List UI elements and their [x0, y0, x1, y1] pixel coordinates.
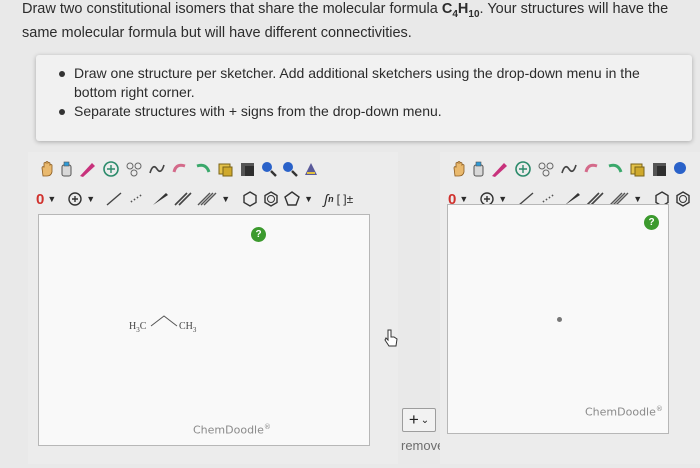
wedge-bond-icon[interactable] — [150, 189, 170, 209]
sketcher-1-toolbar-bottom: 0 ▼ ▼ ▼ ▼ ʃn [ ]± — [36, 188, 353, 210]
copy-icon[interactable] — [216, 159, 236, 179]
hand-icon[interactable] — [38, 159, 56, 179]
hand-icon[interactable] — [450, 159, 468, 179]
pen-icon[interactable] — [490, 159, 510, 179]
chain-icon[interactable] — [147, 159, 167, 179]
bond-lines — [150, 315, 178, 327]
cursor-dot — [557, 317, 562, 322]
double-bond-icon[interactable] — [173, 189, 193, 209]
triple-bond-icon[interactable] — [196, 189, 218, 209]
instruction-item: Draw one structure per sketcher. Add add… — [54, 64, 674, 102]
benzene-icon[interactable] — [262, 189, 280, 209]
ring-template-icon[interactable] — [101, 159, 121, 179]
sketcher-2-canvas[interactable]: ? ChemDoodle® — [447, 204, 669, 434]
chain-icon[interactable] — [559, 159, 579, 179]
hexagon-icon[interactable] — [241, 189, 259, 209]
chevron-down-icon[interactable]: ▼ — [221, 189, 230, 209]
sketcher-2-toolbar-top — [450, 158, 688, 180]
instructions-box: Draw one structure per sketcher. Add add… — [36, 55, 692, 141]
sketcher-1: 0 ▼ ▼ ▼ ▼ ʃn [ ]± ? H3C CH3 ChemDoodle® — [28, 152, 398, 464]
zoom-in-icon[interactable] — [260, 159, 278, 179]
atom-template-icon[interactable] — [536, 159, 556, 179]
zoom-in-icon[interactable] — [672, 159, 688, 179]
paste-icon[interactable] — [239, 159, 257, 179]
pentagon-icon[interactable] — [283, 189, 301, 209]
paste-icon[interactable] — [651, 159, 669, 179]
bracket-icon[interactable]: [ ]± — [337, 189, 354, 209]
sketcher-1-toolbar-top — [38, 158, 320, 180]
single-bond-icon[interactable] — [104, 189, 124, 209]
chemdoodle-watermark: ChemDoodle® — [193, 423, 271, 437]
molecule-structure[interactable]: H3C CH3 — [129, 313, 219, 337]
sketcher-1-canvas[interactable]: ? H3C CH3 ChemDoodle® — [38, 214, 370, 446]
chevron-down-icon[interactable]: ▼ — [86, 189, 95, 209]
help-icon[interactable]: ? — [644, 215, 659, 230]
atom-label-left: H3C — [129, 321, 147, 334]
question-text: Draw two constitutional isomers that sha… — [22, 1, 669, 41]
clean-icon[interactable] — [302, 159, 320, 179]
sgroup-icon[interactable]: ʃn — [324, 189, 334, 209]
copy-icon[interactable] — [628, 159, 648, 179]
zoom-out-icon[interactable] — [281, 159, 299, 179]
atom-label-right: CH3 — [179, 321, 197, 334]
undo-icon[interactable] — [582, 159, 602, 179]
add-sketcher-dropdown[interactable]: + ⌄ — [402, 408, 436, 432]
remove-link[interactable]: remove — [401, 438, 444, 453]
redo-icon[interactable] — [605, 159, 625, 179]
sketcher-2: 0 ▼ ▼ ▼ ? ChemDoodle® — [440, 152, 700, 464]
chevron-down-icon[interactable]: ▼ — [47, 189, 56, 209]
instruction-item: Separate structures with + signs from th… — [54, 102, 674, 121]
chevron-down-icon: ⌄ — [420, 414, 430, 426]
eraser-icon[interactable] — [471, 159, 487, 179]
redo-icon[interactable] — [193, 159, 213, 179]
mouse-cursor-icon — [384, 329, 398, 347]
ring-template-icon[interactable] — [513, 159, 533, 179]
eraser-icon[interactable] — [59, 159, 75, 179]
chemdoodle-watermark: ChemDoodle® — [585, 405, 663, 419]
help-icon[interactable]: ? — [251, 227, 266, 242]
undo-icon[interactable] — [170, 159, 190, 179]
hash-bond-icon[interactable] — [127, 189, 147, 209]
add-atom-icon[interactable] — [67, 189, 83, 209]
charge-icon[interactable]: 0 — [36, 189, 44, 209]
benzene-icon[interactable] — [674, 189, 692, 209]
chevron-down-icon[interactable]: ▼ — [304, 189, 313, 209]
pen-icon[interactable] — [78, 159, 98, 179]
atom-template-icon[interactable] — [124, 159, 144, 179]
